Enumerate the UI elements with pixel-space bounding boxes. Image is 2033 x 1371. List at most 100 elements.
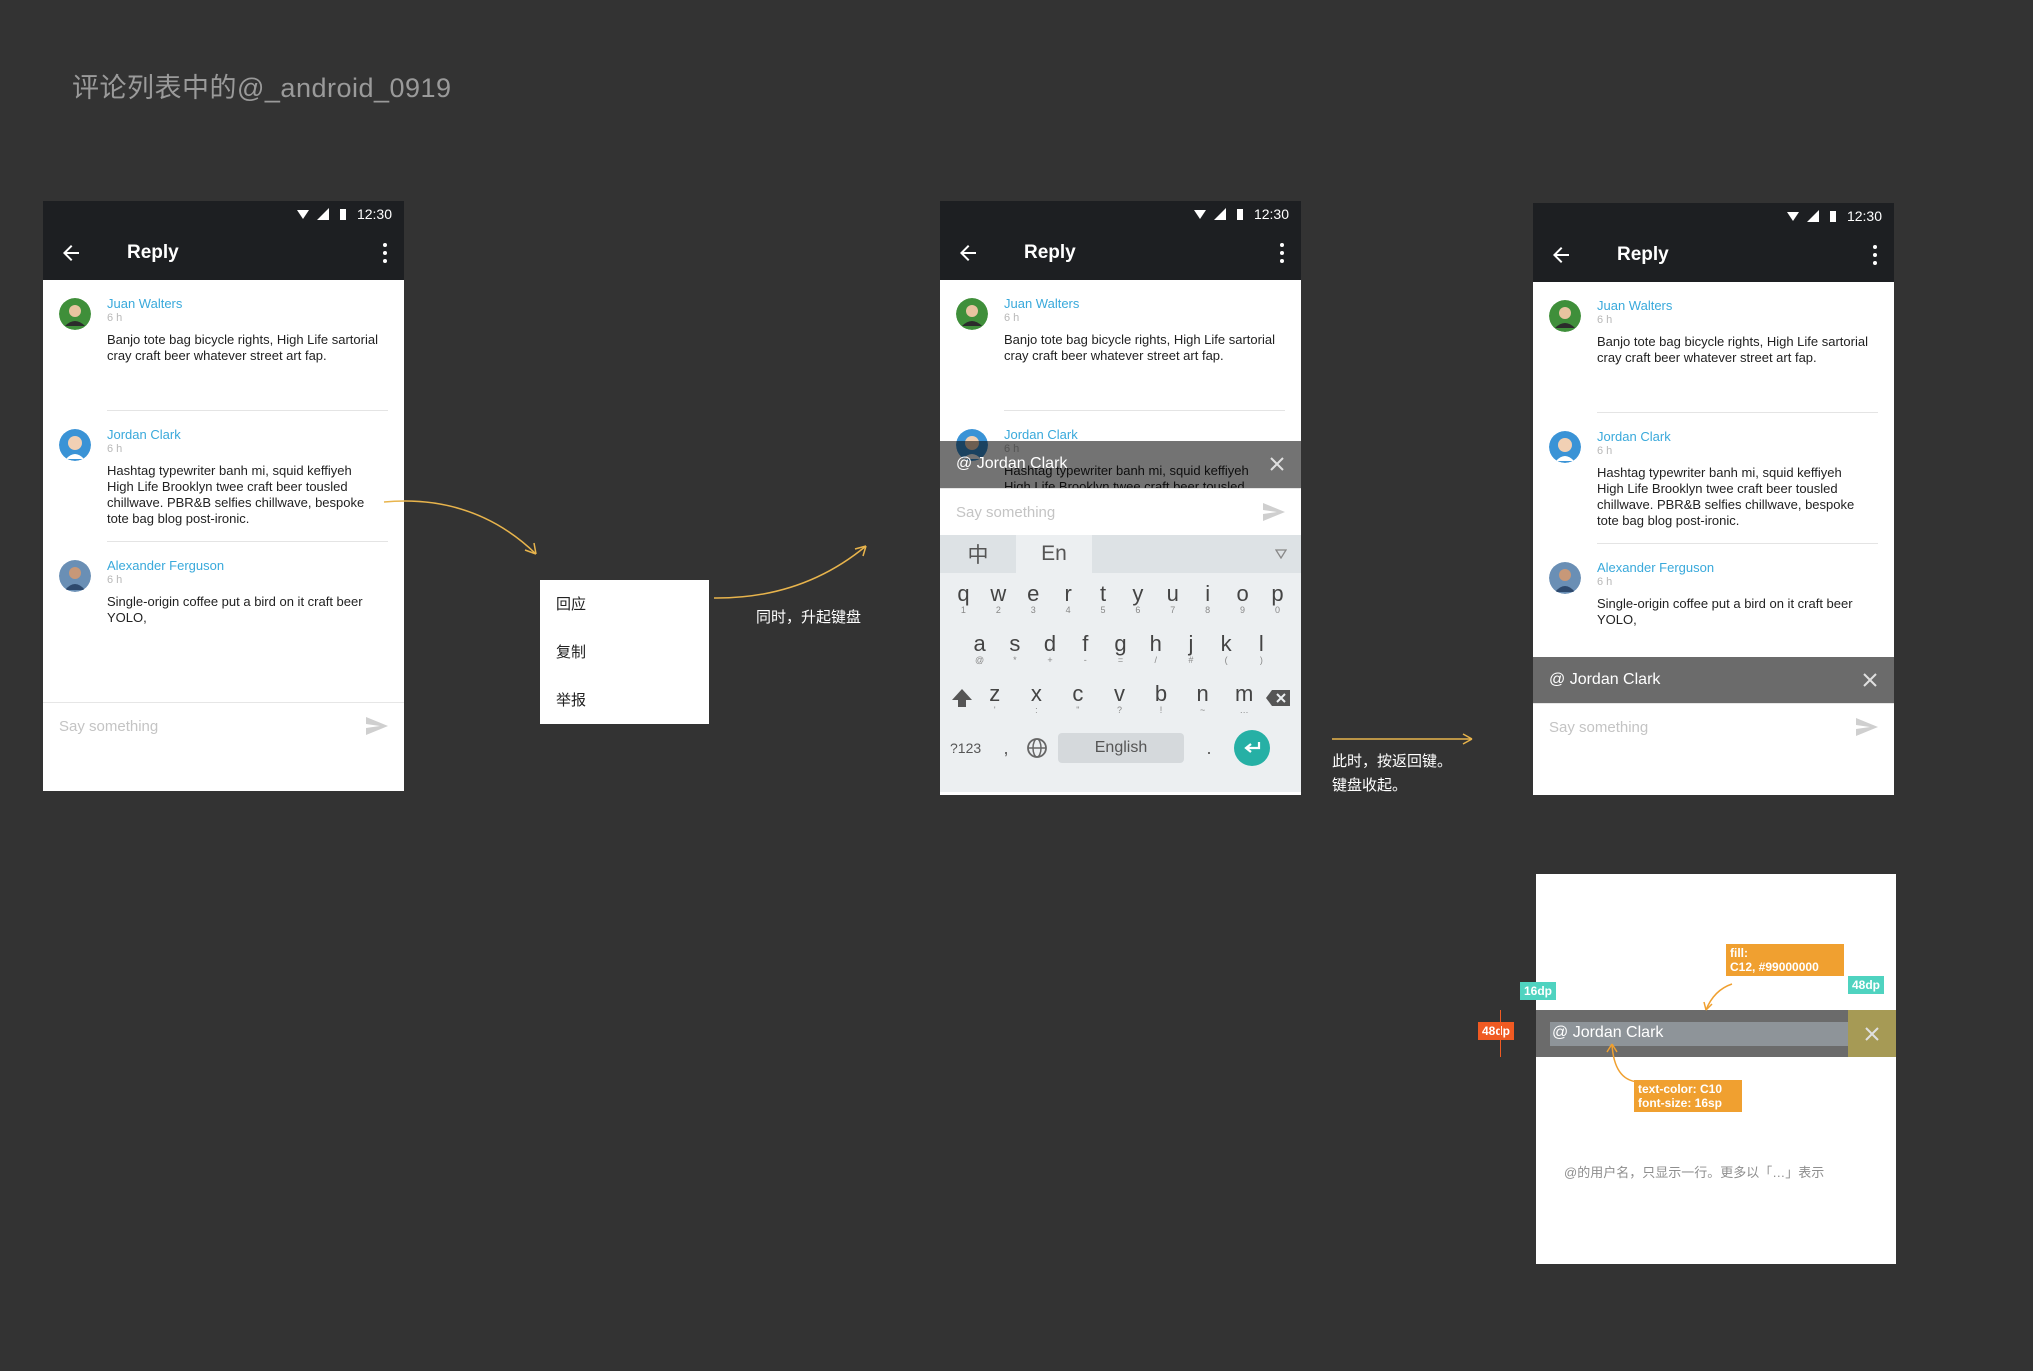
- comment-time: 6 h: [1004, 312, 1020, 324]
- menu-item-reply[interactable]: 回应: [540, 596, 709, 644]
- padding-spec-tag: 16dp: [1520, 982, 1557, 1000]
- comment-author[interactable]: Juan Walters: [1597, 298, 1878, 313]
- back-arrow-icon[interactable]: [1549, 243, 1573, 267]
- key-k[interactable]: k(: [1210, 631, 1242, 665]
- key-w[interactable]: w2: [982, 581, 1014, 615]
- lang-en-key[interactable]: En: [1016, 535, 1092, 573]
- battery-icon: [1236, 208, 1243, 220]
- key-main-label: p: [1271, 581, 1284, 606]
- back-arrow-icon[interactable]: [956, 241, 980, 265]
- key-hint-label: ': [993, 705, 996, 715]
- key-e[interactable]: e3: [1017, 581, 1049, 615]
- send-icon[interactable]: [366, 717, 388, 735]
- key-t[interactable]: t5: [1087, 581, 1119, 615]
- mention-bar-inner: @ Jordan Clark: [940, 441, 1301, 487]
- key-q[interactable]: q1: [947, 581, 979, 615]
- key-o[interactable]: o9: [1227, 581, 1259, 615]
- wifi-icon: [296, 209, 309, 219]
- more-vert-icon[interactable]: [1279, 243, 1285, 263]
- comment-input[interactable]: Say something: [956, 504, 1263, 521]
- key-d[interactable]: d +: [1034, 631, 1066, 665]
- back-arrow-icon[interactable]: [59, 241, 83, 265]
- key-f[interactable]: f-: [1069, 631, 1101, 665]
- send-icon[interactable]: [1856, 718, 1878, 736]
- more-vert-icon[interactable]: [382, 243, 388, 263]
- comment-input-bar[interactable]: Say something: [43, 702, 404, 749]
- key-hint-label: 4: [1065, 605, 1071, 615]
- shift-icon[interactable]: [950, 687, 974, 709]
- comment-author[interactable]: Juan Walters: [1004, 296, 1285, 311]
- globe-icon[interactable]: [1026, 737, 1048, 759]
- comment-item[interactable]: Juan Walters 6 h Banjo tote bag bicycle …: [1533, 282, 1894, 413]
- comment-author[interactable]: Alexander Ferguson: [107, 558, 388, 573]
- appbar-title: Reply: [1617, 244, 1669, 265]
- comment-item[interactable]: Alexander Ferguson 6 h Single-origin cof…: [1533, 544, 1894, 657]
- menu-item-report[interactable]: 举报: [540, 692, 709, 740]
- key-y[interactable]: y6: [1122, 581, 1154, 615]
- comment-item[interactable]: Juan Walters 6 h Banjo tote bag bicycle …: [43, 280, 404, 411]
- enter-key[interactable]: [1234, 730, 1270, 766]
- symbols-key[interactable]: ?123: [950, 740, 986, 756]
- key-p[interactable]: p0: [1261, 581, 1293, 615]
- key-hint-label: !: [1159, 705, 1163, 715]
- comment-author[interactable]: Jordan Clark: [1597, 429, 1878, 444]
- backspace-icon[interactable]: [1265, 689, 1291, 707]
- key-v[interactable]: v?: [1103, 681, 1135, 715]
- key-u[interactable]: u7: [1157, 581, 1189, 615]
- send-icon[interactable]: [1263, 503, 1285, 521]
- comment-author[interactable]: Alexander Ferguson: [1597, 560, 1878, 575]
- key-b[interactable]: b!: [1145, 681, 1177, 715]
- key-hint-label: 8: [1205, 605, 1211, 615]
- comment-item[interactable]: Juan Walters 6 h Banjo tote bag bicycle …: [940, 280, 1301, 411]
- signal-icon: [1806, 209, 1819, 222]
- comment-item[interactable]: Alexander Ferguson 6 h Single-origin cof…: [43, 542, 404, 702]
- key-main-label: j: [1188, 631, 1194, 656]
- more-vert-icon[interactable]: [1872, 245, 1878, 265]
- key-hint-label: 1: [960, 605, 966, 615]
- wifi-icon: [1786, 211, 1799, 221]
- key-r[interactable]: r4: [1052, 581, 1084, 615]
- close-icon[interactable]: [1269, 456, 1285, 472]
- menu-item-copy[interactable]: 复制: [540, 644, 709, 692]
- flow-arrow: [713, 545, 867, 599]
- spec-panel: @ Jordan Clark @的用户名，只显示一行。更多以「…」表示: [1536, 874, 1896, 1264]
- key-l[interactable]: l): [1245, 631, 1277, 665]
- key-hint-label: …: [1239, 705, 1249, 715]
- close-icon[interactable]: [1862, 672, 1878, 688]
- width-spec-tag: 48dp: [1848, 976, 1885, 994]
- key-x[interactable]: x:: [1020, 681, 1052, 715]
- comment-input[interactable]: Say something: [59, 718, 366, 735]
- comment-input-bar[interactable]: Say something: [940, 488, 1301, 535]
- comment-time: 6 h: [107, 443, 123, 455]
- key-main-label: e: [1027, 581, 1040, 606]
- key-main-label: g: [1114, 631, 1127, 656]
- key-n[interactable]: n ~: [1187, 681, 1219, 715]
- comment-item[interactable]: Jordan Clark 6 h Hashtag typewriter banh…: [1533, 413, 1894, 544]
- key-s[interactable]: s *: [999, 631, 1031, 665]
- key-c[interactable]: c ": [1062, 681, 1094, 715]
- period-key[interactable]: .: [1194, 738, 1224, 759]
- lang-zh-key[interactable]: 中: [940, 535, 1016, 573]
- comma-key[interactable]: ,: [996, 738, 1016, 759]
- collapse-triangle-icon[interactable]: [1275, 549, 1287, 559]
- key-a[interactable]: a @: [964, 631, 996, 665]
- comment-author[interactable]: Jordan Clark: [1004, 427, 1285, 442]
- comment-item[interactable]: Jordan Clark 6 h Hashtag typewriter banh…: [43, 411, 404, 542]
- key-main-label: y: [1132, 581, 1144, 606]
- key-m[interactable]: m…: [1228, 681, 1260, 715]
- key-main-label: m: [1234, 681, 1254, 706]
- key-z[interactable]: z ': [979, 681, 1011, 715]
- comment-author[interactable]: Jordan Clark: [107, 427, 388, 442]
- phone-screen-2: 12:30 Reply Juan Walters 6 h Banjo tote …: [940, 201, 1301, 795]
- key-hint-label: /: [1154, 655, 1157, 665]
- comment-author[interactable]: Juan Walters: [107, 296, 388, 311]
- key-h[interactable]: h /: [1140, 631, 1172, 665]
- space-key[interactable]: English: [1058, 733, 1184, 763]
- key-i[interactable]: i8: [1192, 581, 1224, 615]
- keyboard-row-2: a @ s * d + f - g = h / j # k(l): [940, 623, 1301, 673]
- comment-input[interactable]: Say something: [1549, 719, 1856, 736]
- comment-input-bar[interactable]: Say something: [1533, 703, 1894, 750]
- leader-line: [1703, 983, 1733, 1011]
- key-g[interactable]: g =: [1104, 631, 1136, 665]
- key-j[interactable]: j #: [1175, 631, 1207, 665]
